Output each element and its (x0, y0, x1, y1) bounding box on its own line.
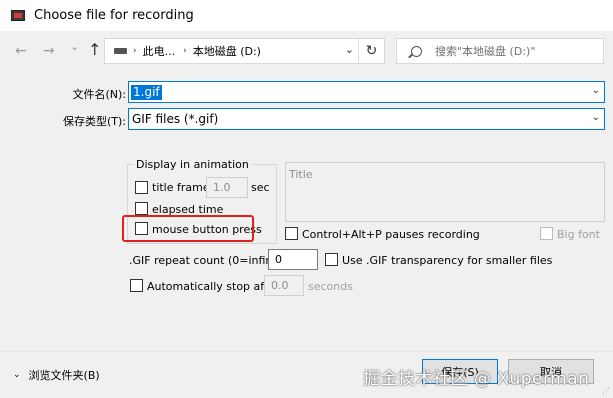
forward-arrow-icon[interactable]: → (43, 44, 55, 58)
title-frame-seconds-input[interactable]: 1.0 (206, 177, 248, 198)
filetype-dropdown-icon[interactable]: ⌄ (592, 112, 600, 123)
path-breadcrumb[interactable]: › 此电... › 本地磁盘 (D:) ⌄ ↻ (104, 38, 385, 64)
title-frame-label: title frame: (152, 181, 214, 194)
autostop-checkbox[interactable] (130, 279, 143, 292)
browse-folders-toggle[interactable]: ⌄ 浏览文件夹(B) (13, 367, 100, 383)
browse-folders-label: 浏览文件夹(B) (28, 369, 100, 382)
breadcrumb-local-disk[interactable]: 本地磁盘 (D:) (193, 43, 261, 59)
title-bar: Choose file for recording (0, 0, 613, 31)
title-frame-unit: sec (251, 181, 270, 194)
refresh-icon[interactable]: ↻ (358, 39, 384, 63)
filetype-label: 保存类型(T): (62, 115, 126, 128)
filetype-value: GIF files (*.gif) (132, 112, 219, 126)
app-icon (11, 10, 25, 21)
autostop-unit: seconds (308, 280, 353, 293)
resize-grip-icon[interactable]: ⋰ (602, 386, 610, 395)
filetype-select[interactable]: GIF files (*.gif) ⌄ (128, 108, 605, 130)
crumb-separator: › (133, 46, 137, 56)
path-dropdown-icon[interactable]: ⌄ (345, 43, 354, 56)
watermark-text: 掘金技术社区 @ Xuperman (363, 369, 590, 389)
autostop-seconds-input[interactable]: 0.0 (264, 275, 304, 296)
group-title: Display in animation (133, 158, 252, 171)
elapsed-time-checkbox[interactable] (135, 202, 148, 215)
up-arrow-icon[interactable]: ↑ (88, 42, 101, 58)
filename-label: 文件名(N): (72, 88, 126, 101)
big-font-label: Big font (557, 228, 600, 241)
breadcrumb-this-pc[interactable]: 此电... (143, 43, 176, 59)
filename-value[interactable]: 1.gif (131, 84, 162, 100)
window-title: Choose file for recording (34, 8, 194, 23)
filename-dropdown-icon[interactable]: ⌄ (592, 85, 600, 96)
repeat-count-input[interactable]: 0 (268, 249, 318, 270)
pause-hotkey-label: Control+Alt+P pauses recording (302, 228, 480, 241)
gif-transparency-checkbox[interactable] (325, 253, 338, 266)
search-icon (411, 45, 422, 57)
search-input[interactable]: 搜索"本地磁盘 (D:)" (396, 38, 604, 64)
search-placeholder: 搜索"本地磁盘 (D:)" (435, 45, 536, 58)
big-font-checkbox[interactable] (540, 227, 553, 240)
footer-divider (0, 351, 613, 352)
annotation-highlight-box (122, 215, 254, 242)
title-text-area[interactable]: Title (285, 162, 605, 222)
filename-input[interactable]: 1.gif ⌄ (128, 81, 605, 103)
pause-hotkey-checkbox[interactable] (285, 227, 298, 240)
address-bar: ← → ⌄ ↑ › 此电... › 本地磁盘 (D:) ⌄ ↻ 搜索"本地磁盘 … (0, 31, 613, 71)
recent-locations-chevron-icon[interactable]: ⌄ (70, 40, 79, 54)
autostop-label: Automatically stop after (147, 280, 280, 293)
chevron-down-icon: ⌄ (13, 370, 21, 380)
title-frame-checkbox[interactable] (135, 181, 148, 194)
crumb-separator[interactable]: › (183, 46, 187, 56)
back-arrow-icon[interactable]: ← (15, 44, 27, 58)
drive-icon (114, 48, 127, 54)
gif-transparency-label: Use .GIF transparency for smaller files (342, 254, 553, 267)
